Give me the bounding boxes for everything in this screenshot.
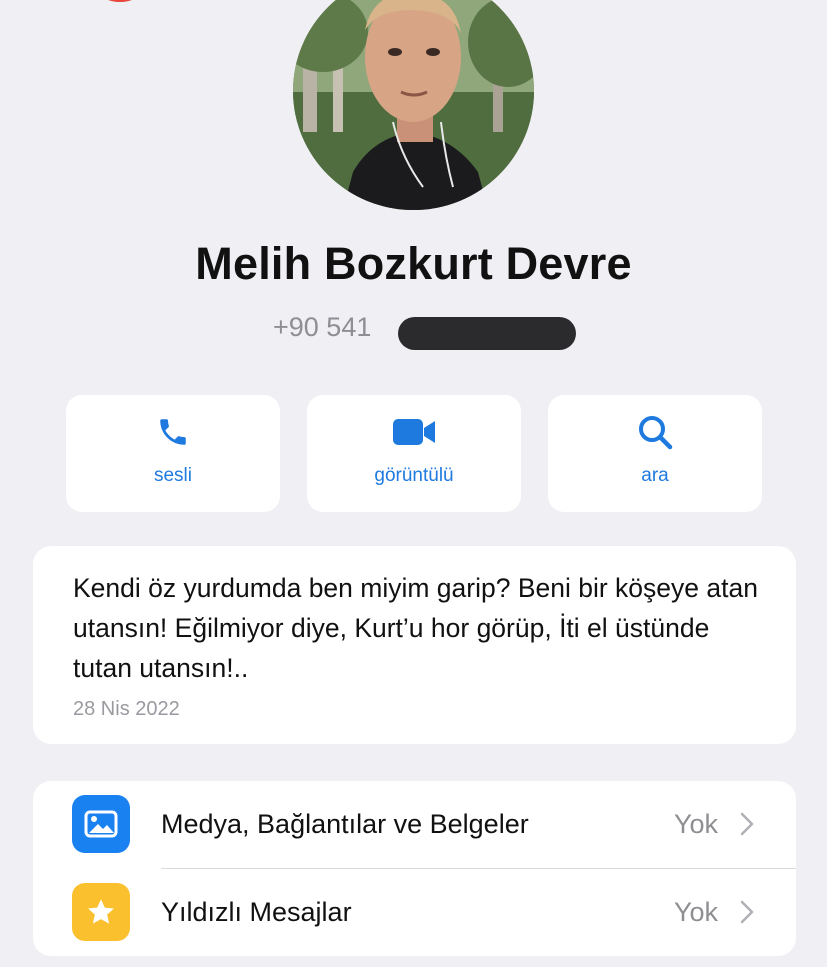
video-call-label: görüntülü: [374, 465, 454, 486]
list-item-starred[interactable]: Yıldızlı Mesajlar Yok: [33, 869, 796, 956]
list-item-label: Medya, Bağlantılar ve Belgeler: [161, 809, 529, 839]
list-item-media[interactable]: Medya, Bağlantılar ve Belgeler Yok: [33, 781, 796, 869]
contact-info-screen: Melih Bozkurt Devre +90 541 sesli görünt…: [0, 0, 827, 967]
list-item-value: Yok: [673, 897, 718, 927]
phone-number: +90 541: [273, 312, 372, 342]
search-icon: [548, 412, 762, 452]
about-text: Kendi öz yurdumda ben miyim garip? Beni …: [73, 573, 758, 683]
search-label: ara: [641, 465, 669, 486]
contact-name: Melih Bozkurt Devre: [195, 238, 632, 289]
video-call-button[interactable]: görüntülü: [307, 395, 521, 512]
phone-row[interactable]: +90 541: [0, 310, 827, 350]
video-camera-icon: [307, 412, 521, 452]
avatar[interactable]: [293, 0, 534, 210]
phone-redaction: [398, 317, 576, 350]
list-item-value: Yok: [673, 809, 718, 839]
voice-call-button[interactable]: sesli: [66, 395, 280, 512]
media-icon: [72, 795, 130, 853]
settings-list: Medya, Bağlantılar ve Belgeler Yok Yıldı…: [33, 781, 796, 956]
about-card[interactable]: Kendi öz yurdumda ben miyim garip? Beni …: [33, 546, 796, 744]
star-icon: [72, 883, 130, 941]
list-item-label: Yıldızlı Mesajlar: [161, 897, 352, 927]
chevron-right-icon: [740, 900, 754, 924]
red-indicator: [100, 0, 140, 2]
about-date: 28 Nis 2022: [73, 698, 180, 720]
phone-icon: [66, 412, 280, 452]
chevron-right-icon: [740, 812, 754, 836]
search-button[interactable]: ara: [548, 395, 762, 512]
avatar-photo: [293, 0, 534, 210]
voice-call-label: sesli: [153, 465, 192, 486]
